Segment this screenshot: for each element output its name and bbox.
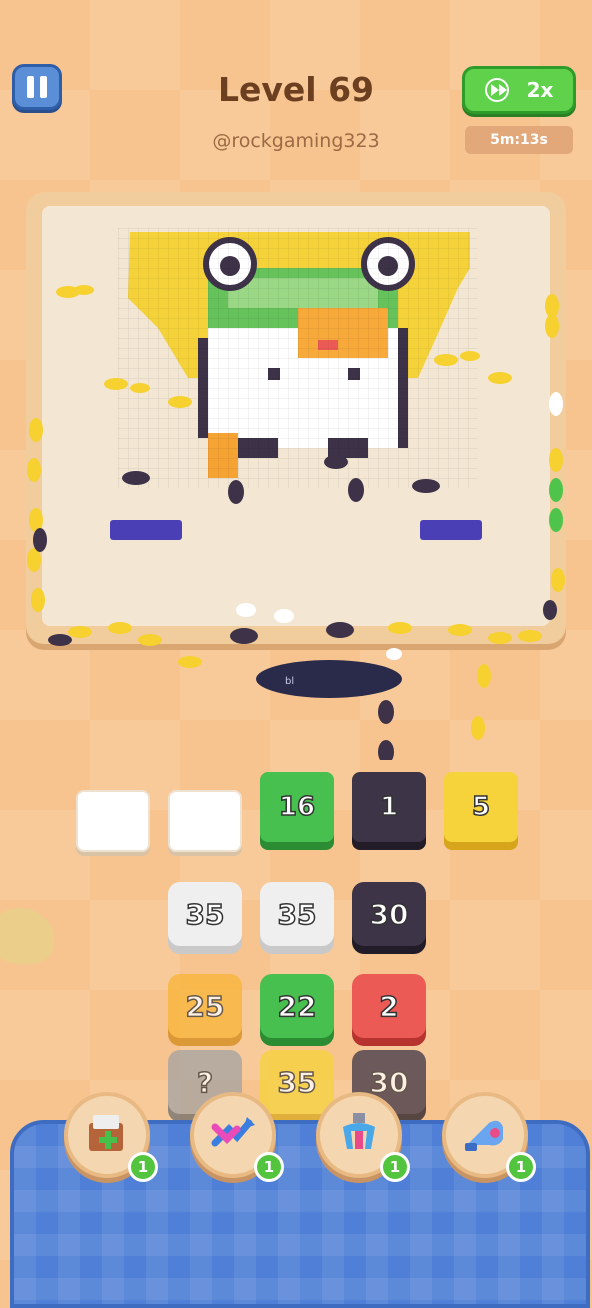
fast-forward-icon	[484, 78, 509, 102]
purple-block-right	[420, 520, 482, 540]
queue-slot-5: 5	[444, 772, 518, 842]
ant-hole	[256, 660, 402, 698]
powerup-magnet-claw-count: 1	[380, 1152, 410, 1182]
powerup-add-box-count: 1	[128, 1152, 158, 1182]
speed-button[interactable]: 2x	[462, 66, 576, 114]
purple-block-left	[110, 520, 182, 540]
tile-r1-c2[interactable]: 35	[260, 882, 334, 946]
hole-label: bl	[285, 676, 295, 687]
powerup-shuffle-count: 1	[254, 1152, 284, 1182]
queue-slot-4: 1	[352, 772, 426, 842]
queue-slot-3: 16	[260, 772, 334, 842]
powerup-vacuum-count: 1	[506, 1152, 536, 1182]
tile-r2-c2[interactable]: 22	[260, 974, 334, 1038]
pixel-art-frog-hat-cat	[118, 228, 478, 488]
tile-r2-c1[interactable]: 25	[168, 974, 242, 1038]
tile-r2-c3[interactable]: 2	[352, 974, 426, 1038]
queue-slot-2	[168, 790, 242, 852]
vacuum-icon	[465, 1120, 503, 1151]
queue-slot-1	[76, 790, 150, 852]
shuffle-arrows-icon	[211, 1117, 255, 1147]
magnet-claw-icon	[343, 1113, 375, 1149]
add-box-icon	[89, 1115, 123, 1151]
speed-label: 2x	[526, 78, 554, 102]
timer: 5m:13s	[465, 126, 573, 154]
tile-r3-c2[interactable]: 35	[260, 1050, 334, 1114]
tile-r1-c3[interactable]: 30	[352, 882, 426, 946]
tile-r1-c1[interactable]: 35	[168, 882, 242, 946]
